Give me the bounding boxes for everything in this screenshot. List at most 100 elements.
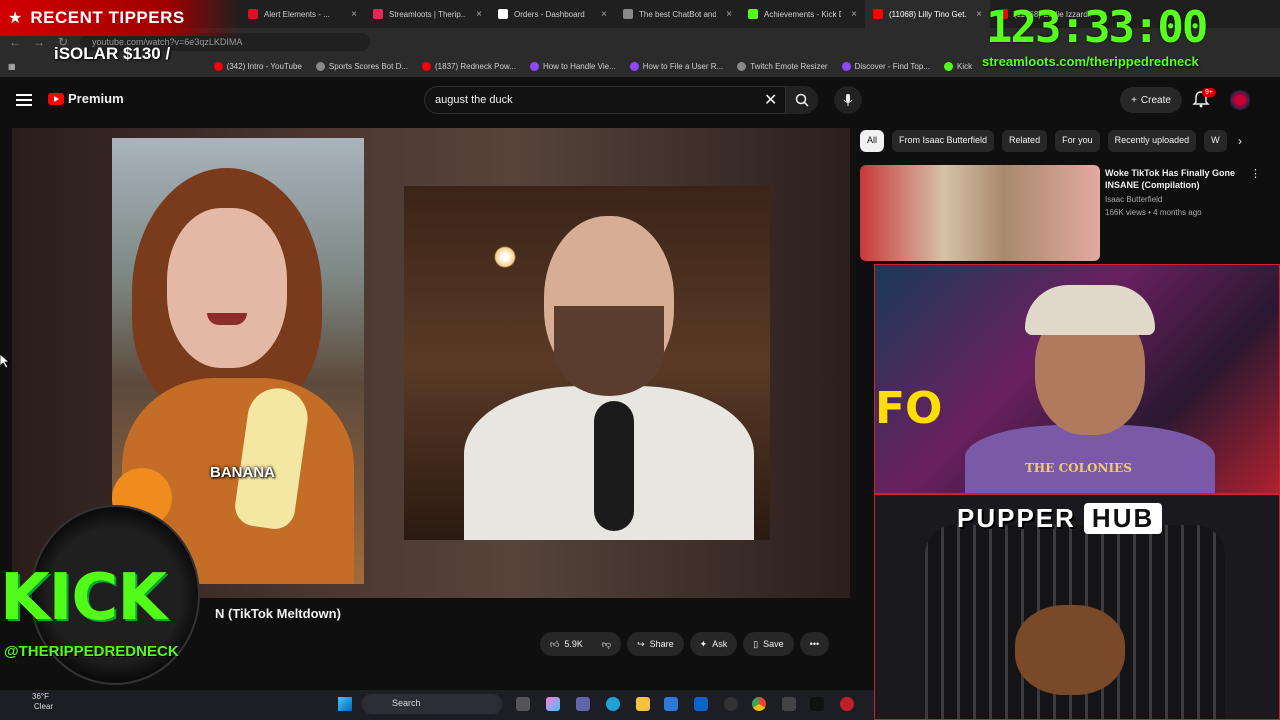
recommended-thumbnail[interactable]: [860, 165, 1100, 261]
filter-chip[interactable]: Related: [1002, 130, 1048, 152]
bookmark-item[interactable]: (342) Intro - YouTube: [213, 62, 302, 71]
hub-label: HUB: [1083, 503, 1163, 534]
close-tab-icon[interactable]: ×: [476, 9, 482, 20]
bookmark-favicon-icon: [629, 62, 639, 71]
close-tab-icon[interactable]: ×: [351, 9, 357, 20]
kick-wordmark: KICK: [0, 561, 167, 635]
share-label: Share: [649, 639, 674, 649]
tab-favicon-icon: [373, 9, 383, 19]
tab-label: Orders - Dashboard: [514, 9, 585, 19]
tab-label: (11068) Lilly Tino Get...: [889, 9, 967, 19]
browser-tab[interactable]: The best ChatBot and... ×: [615, 0, 740, 28]
clear-search-icon[interactable]: ✕: [764, 90, 777, 110]
browser-tab[interactable]: Alert Elements - ... ×: [240, 0, 365, 28]
filter-chip[interactable]: Recently uploaded: [1107, 130, 1197, 152]
bookmark-item[interactable]: How to Handle Vie...: [529, 62, 616, 71]
filter-chip[interactable]: For you: [1055, 130, 1100, 152]
bookmark-item[interactable]: (1837) Redneck Pow...: [422, 62, 516, 71]
like-button[interactable]: 👍︎ 5.9K 👎︎: [540, 632, 622, 656]
podcast-microphone: [594, 401, 634, 531]
browser-tab[interactable]: Streamloots | Therip... ×: [365, 0, 490, 28]
video-caption: BANANA: [210, 464, 275, 481]
bookmark-label: How to File a User R...: [642, 62, 724, 71]
filter-chip[interactable]: W: [1204, 130, 1227, 152]
close-tab-icon[interactable]: ×: [851, 9, 857, 20]
terminal-icon[interactable]: [810, 697, 824, 711]
puppy: [1015, 605, 1125, 695]
search-icon: [795, 93, 809, 107]
bookmark-favicon-icon: [315, 62, 325, 71]
create-label: Create: [1140, 94, 1171, 106]
pupper-hub-overlay: PUPPER HUB: [874, 494, 1280, 720]
close-tab-icon[interactable]: ×: [976, 9, 982, 20]
bookmark-item[interactable]: Sports Scores Bot D...: [315, 62, 409, 71]
recommended-channel[interactable]: Isaac Butterfield: [1105, 195, 1162, 204]
tipper-entry: iSOLAR $130 /: [54, 44, 171, 63]
create-button[interactable]: + Create: [1120, 87, 1182, 113]
star-icon: ★: [8, 10, 23, 27]
apps-icon[interactable]: ▦: [8, 62, 16, 71]
thumbs-down-icon[interactable]: 👎︎: [602, 639, 611, 650]
bookmark-label: Discover - Find Top...: [854, 62, 930, 71]
logo-label: Premium: [68, 91, 124, 106]
pupper-hub-banner: PUPPER HUB: [957, 503, 1163, 534]
recommended-title[interactable]: Woke TikTok Has Finally Gone INSANE (Com…: [1105, 167, 1245, 191]
streamdeck-icon[interactable]: [782, 697, 796, 711]
chrome-icon[interactable]: [752, 697, 766, 711]
ask-label: Ask: [712, 639, 728, 649]
recommended-video[interactable]: Woke TikTok Has Finally Gone INSANE (Com…: [860, 165, 1270, 261]
bookmark-label: (342) Intro - YouTube: [226, 62, 302, 71]
bookmark-favicon-icon: [737, 62, 747, 71]
save-button[interactable]: ▯ Save: [743, 632, 794, 656]
red-app-icon[interactable]: [840, 697, 854, 711]
tab-favicon-icon: [748, 9, 758, 19]
close-tab-icon[interactable]: ×: [601, 9, 607, 20]
bookmark-label: Kick: [957, 62, 973, 71]
edge-icon[interactable]: [606, 697, 620, 711]
windows-start-icon[interactable]: [338, 697, 352, 711]
more-vert-icon[interactable]: ⋮: [1250, 167, 1261, 180]
menu-icon[interactable]: [16, 91, 32, 107]
avatar[interactable]: [1230, 90, 1250, 110]
thumbs-up-icon: 👍︎: [550, 638, 560, 649]
outlook-icon[interactable]: [694, 697, 708, 711]
filter-chip[interactable]: All: [860, 130, 885, 152]
search-button[interactable]: [786, 86, 818, 114]
recent-tippers-label: RECENT TIPPERS: [30, 8, 185, 27]
taskbar-search[interactable]: Search: [362, 694, 502, 714]
video-right-clip: [404, 186, 770, 540]
bookmark-item[interactable]: Discover - Find Top...: [841, 62, 930, 71]
bookmark-item[interactable]: Twitch Emote Resizer: [737, 62, 828, 71]
more-actions-button[interactable]: •••: [799, 632, 830, 656]
obs-icon[interactable]: [724, 697, 738, 711]
file-explorer-icon[interactable]: [516, 697, 530, 711]
share-button[interactable]: ↪ Share: [627, 632, 684, 656]
copilot-icon[interactable]: [546, 697, 560, 711]
teams-icon[interactable]: [576, 697, 590, 711]
search-input[interactable]: august the duck: [424, 86, 786, 114]
voice-search-button[interactable]: [834, 86, 862, 114]
ask-button[interactable]: ✦ Ask: [689, 632, 738, 656]
store-icon[interactable]: [664, 697, 678, 711]
close-tab-icon[interactable]: ×: [726, 9, 732, 20]
chevron-right-icon[interactable]: ›: [1238, 134, 1242, 148]
folder-icon[interactable]: [636, 697, 650, 711]
bookmark-favicon-icon: [529, 62, 539, 71]
pupper-label: PUPPER: [957, 503, 1076, 533]
video-actions: 👍︎ 5.9K 👎︎ ↪ Share ✦ Ask ▯ Save •••: [540, 632, 830, 656]
browser-tab[interactable]: Achievements - Kick D... ×: [740, 0, 865, 28]
bookmark-label: Sports Scores Bot D...: [328, 62, 409, 71]
browser-tab[interactable]: (11068) Lilly Tino Get... ×: [865, 0, 990, 28]
browser-tab[interactable]: Orders - Dashboard ×: [490, 0, 615, 28]
subathon-timer: 123:33:00: [986, 2, 1208, 53]
forward-icon[interactable]: →: [32, 35, 46, 49]
back-icon[interactable]: ←: [8, 35, 22, 49]
youtube-logo[interactable]: Premium: [48, 91, 124, 106]
filter-chips: All From Isaac Butterfield Related For you R…: [860, 130, 1227, 152]
bookmark-item[interactable]: How to File a User R...: [629, 62, 724, 71]
bookmark-item[interactable]: Kick: [944, 62, 972, 71]
kick-handle: @THERIPPEDREDNECK: [4, 643, 179, 660]
bookmark-favicon-icon: [213, 62, 223, 71]
filter-chip[interactable]: From Isaac Butterfield: [892, 130, 995, 152]
bookmark-favicon-icon: [422, 62, 432, 71]
